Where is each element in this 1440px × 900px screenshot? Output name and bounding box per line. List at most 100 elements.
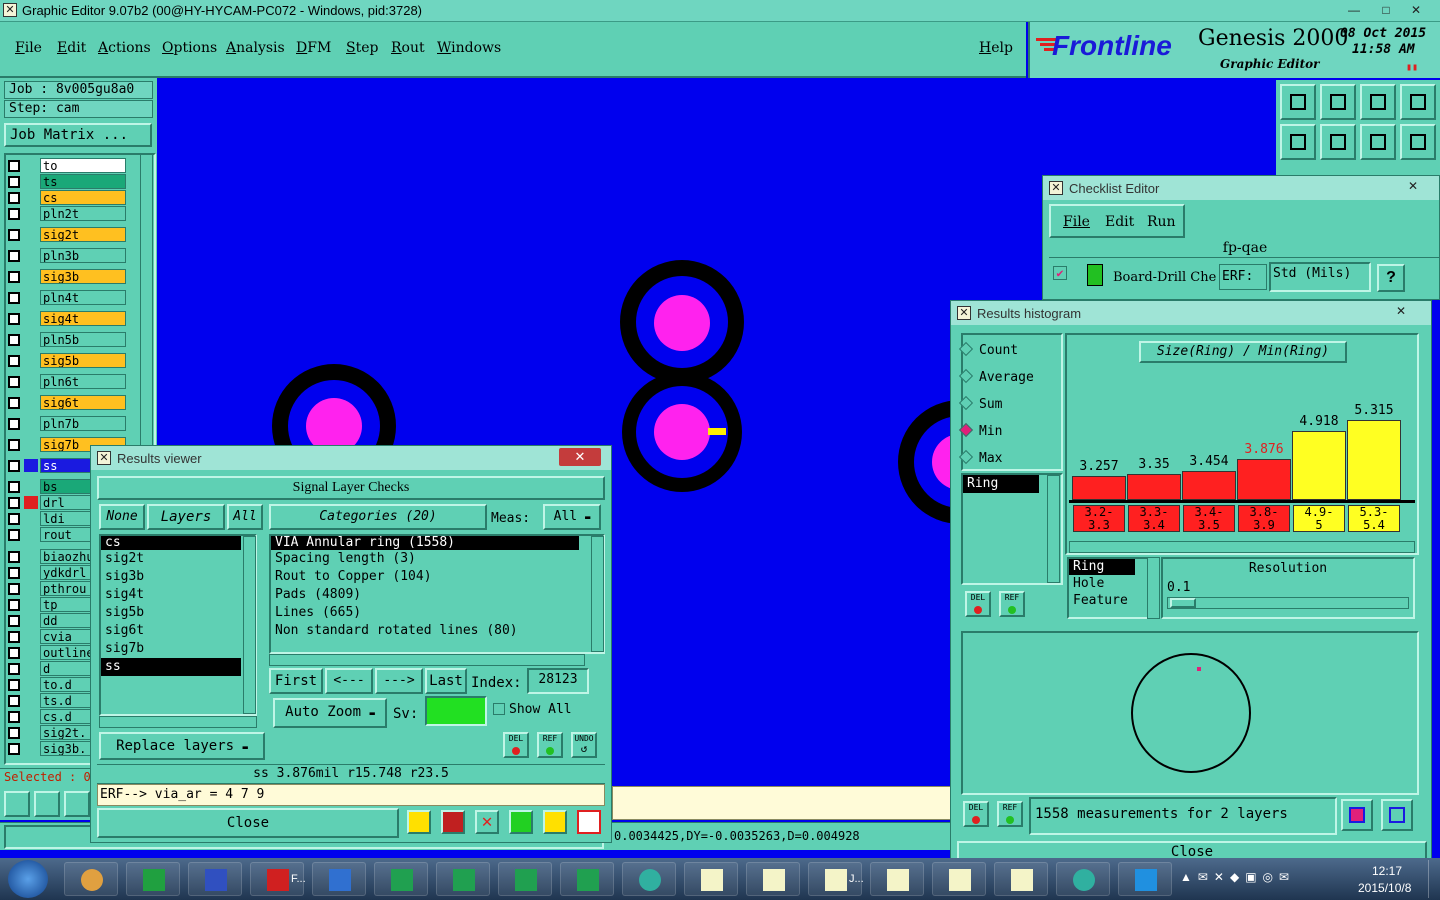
layer-color-swatch[interactable]: [24, 438, 38, 451]
layer-color-swatch[interactable]: [24, 630, 38, 643]
system-tray-icons[interactable]: ▲✉✕◆▣◎✉: [1180, 870, 1350, 888]
layer-row-pln4t[interactable]: pln4t: [6, 290, 126, 305]
layer-result-scrollbar[interactable]: [243, 536, 256, 714]
layer-row-sig5b[interactable]: sig5b: [6, 353, 126, 368]
layer-visibility-checkbox[interactable]: [8, 229, 20, 241]
taskbar-app-1[interactable]: [64, 862, 118, 896]
toolbar-right-icon[interactable]: [1320, 124, 1356, 160]
layer-visibility-checkbox[interactable]: [8, 615, 20, 627]
layer-visibility-checkbox[interactable]: [8, 599, 20, 611]
layer-color-swatch[interactable]: [24, 550, 38, 563]
layer-color-swatch[interactable]: [24, 312, 38, 325]
toolbar-mirror-icon[interactable]: [1360, 124, 1396, 160]
layer-visibility-checkbox[interactable]: [8, 208, 20, 220]
taskbar-app-3[interactable]: [188, 862, 242, 896]
layer-name[interactable]: pln3b: [40, 248, 126, 263]
layer-color-swatch[interactable]: [24, 646, 38, 659]
layer-color-swatch[interactable]: [24, 742, 38, 755]
layer-color-swatch[interactable]: [24, 175, 38, 188]
layer-color-swatch[interactable]: [24, 528, 38, 541]
layer-result-list[interactable]: cs sig2t sig3b sig4t sig5b sig6t sig7b ss: [99, 534, 257, 716]
layer-name[interactable]: sig4t: [40, 311, 126, 326]
category-scrollbar[interactable]: [591, 536, 604, 652]
prev-button[interactable]: <---: [325, 668, 373, 694]
layer-visibility-checkbox[interactable]: [8, 513, 20, 525]
menu-windows[interactable]: Windows: [437, 40, 501, 56]
layer-visibility-checkbox[interactable]: [8, 334, 20, 346]
checklist-close-icon[interactable]: ✕: [1399, 178, 1427, 195]
toolbar-step-icon[interactable]: [1400, 124, 1436, 160]
layer-color-swatch[interactable]: [24, 207, 38, 220]
histogram-close-icon[interactable]: ✕: [1387, 303, 1415, 320]
replace-layers-select[interactable]: Replace layers ▬: [99, 732, 265, 760]
next-button[interactable]: --->: [375, 668, 423, 694]
tool-measure-icon[interactable]: [34, 791, 60, 817]
taskbar-word[interactable]: [312, 862, 366, 896]
layer-row-pln3b[interactable]: pln3b: [6, 248, 126, 263]
kind-scrollbar[interactable]: [1147, 557, 1160, 619]
layer-visibility-checkbox[interactable]: [8, 647, 20, 659]
menu-step[interactable]: Step: [346, 40, 378, 56]
layer-name[interactable]: pln5b: [40, 332, 126, 347]
category-item[interactable]: Spacing length (3): [271, 550, 579, 568]
close-button[interactable]: Close: [97, 808, 399, 838]
category-item[interactable]: Rout to Copper (104): [271, 568, 579, 586]
menu-dfm[interactable]: DFM: [296, 40, 331, 56]
layer-name[interactable]: sig3b: [40, 269, 126, 284]
kind-list[interactable]: Ring Hole Feature: [1067, 557, 1155, 619]
checklist-item-label[interactable]: Board-Drill Che: [1113, 270, 1219, 285]
category-hscroll[interactable]: [269, 654, 585, 666]
layer-name[interactable]: sig5b: [40, 353, 126, 368]
histogram-bar[interactable]: [1292, 431, 1346, 500]
result-layer-item[interactable]: ss: [101, 658, 241, 676]
menu-rout[interactable]: Rout: [391, 40, 425, 56]
menu-edit[interactable]: Edit: [57, 40, 86, 56]
delete-results-icon[interactable]: ✕: [475, 810, 499, 834]
layer-visibility-checkbox[interactable]: [8, 481, 20, 493]
layer-visibility-checkbox[interactable]: [8, 679, 20, 691]
resolution-slider[interactable]: [1167, 597, 1409, 609]
layer-row-sig4t[interactable]: sig4t: [6, 311, 126, 326]
close-window-button[interactable]: ✕: [1402, 2, 1430, 19]
layer-name[interactable]: to: [40, 158, 126, 173]
export-icon[interactable]: [441, 810, 465, 834]
histogram-bar[interactable]: [1347, 420, 1401, 500]
taskbar-excel-3[interactable]: [498, 862, 552, 896]
preview-ref-button[interactable]: REF: [997, 801, 1023, 827]
undo-button[interactable]: UNDO ↺: [571, 732, 597, 758]
none-button[interactable]: None: [99, 504, 145, 530]
histogram-bar[interactable]: [1127, 474, 1181, 500]
layer-name[interactable]: pln7b: [40, 416, 126, 431]
layer-visibility-checkbox[interactable]: [8, 567, 20, 579]
taskbar-genesis-1[interactable]: [684, 862, 738, 896]
report-icon[interactable]: [407, 810, 431, 834]
tool-select-icon[interactable]: [4, 791, 30, 817]
layer-visibility-checkbox[interactable]: [8, 271, 20, 283]
layer-visibility-checkbox[interactable]: [8, 250, 20, 262]
menu-options[interactable]: Options: [162, 40, 217, 56]
layer-color-swatch[interactable]: [24, 333, 38, 346]
attribute-scrollbar[interactable]: [1047, 475, 1060, 583]
layer-visibility-checkbox[interactable]: [8, 551, 20, 563]
tool-grid-icon[interactable]: [64, 791, 90, 817]
layer-name[interactable]: pln2t: [40, 206, 126, 221]
results-viewer-titlebar[interactable]: ✕ Results viewer ✕: [91, 446, 611, 470]
layer-visibility-checkbox[interactable]: [8, 418, 20, 430]
category-list[interactable]: VIA Annular ring (1558) Spacing length (3…: [269, 534, 605, 654]
layer-color-swatch[interactable]: [24, 694, 38, 707]
layer-name[interactable]: pln6t: [40, 374, 126, 389]
layer-visibility-checkbox[interactable]: [8, 460, 20, 472]
kind-ring[interactable]: Ring: [1069, 559, 1135, 575]
menu-file[interactable]: File: [15, 40, 42, 56]
histogram-bar[interactable]: [1072, 476, 1126, 500]
help-button[interactable]: ?: [1377, 264, 1405, 292]
histogram-titlebar[interactable]: ✕ Results histogram ✕: [951, 301, 1431, 325]
menu-actions[interactable]: Actions: [98, 40, 151, 56]
index-input[interactable]: 28123: [527, 668, 589, 694]
result-layer-item[interactable]: sig3b: [101, 568, 241, 586]
layer-row-to[interactable]: to: [6, 158, 126, 173]
taskbar-app-4[interactable]: F...: [250, 862, 306, 896]
layer-color-swatch[interactable]: [24, 396, 38, 409]
layer-visibility-checkbox[interactable]: [8, 583, 20, 595]
mode-min-radio[interactable]: Min: [958, 422, 1002, 439]
